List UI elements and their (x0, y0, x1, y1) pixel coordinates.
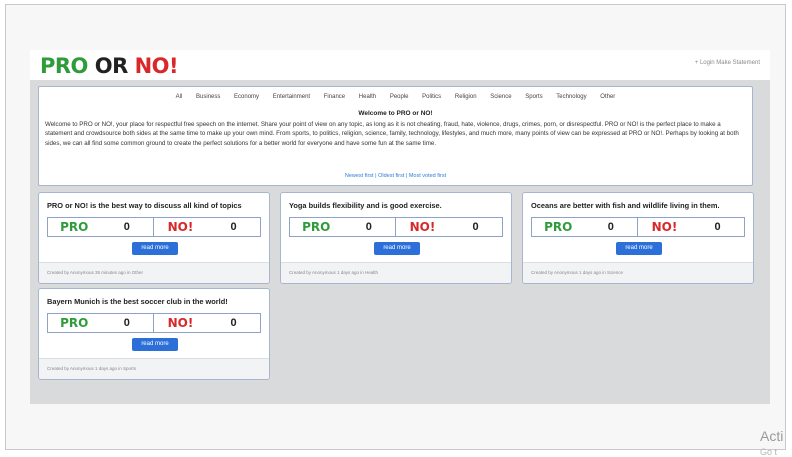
category-technology[interactable]: Technology (556, 94, 586, 100)
category-science[interactable]: Science (490, 94, 511, 100)
category-people[interactable]: People (390, 94, 409, 100)
category-entertainment[interactable]: Entertainment (273, 94, 310, 100)
category-health[interactable]: Health (359, 94, 376, 100)
category-business[interactable]: Business (196, 94, 220, 100)
no-vote[interactable]: NO! 0 (154, 218, 260, 236)
statement-card: Oceans are better with fish and wildlife… (522, 192, 754, 284)
intro-panel: All Business Economy Entertainment Finan… (38, 86, 753, 186)
no-count: 0 (230, 317, 237, 329)
pro-count: 0 (365, 221, 372, 233)
logo-pro: PRO (40, 54, 88, 78)
card-footer: Created by Anonymous 35 minutes ago in O… (39, 262, 269, 283)
vote-row: PRO 0 NO! 0 (47, 313, 261, 333)
pro-count: 0 (123, 317, 130, 329)
pro-vote[interactable]: PRO 0 (48, 314, 154, 332)
card-title[interactable]: PRO or NO! is the best way to discuss al… (47, 201, 263, 210)
card-footer: Created by Anonymous 1 days ago in Healt… (281, 262, 511, 283)
statement-card: Yoga builds flexibility and is good exer… (280, 192, 512, 284)
category-nav: All Business Economy Entertainment Finan… (39, 94, 752, 100)
pro-label: PRO (60, 316, 89, 330)
pro-vote[interactable]: PRO 0 (532, 218, 638, 236)
no-label: NO! (651, 220, 678, 234)
read-more-button[interactable]: read more (374, 242, 420, 255)
pro-count: 0 (607, 221, 614, 233)
category-sports[interactable]: Sports (525, 94, 542, 100)
sort-links[interactable]: Newest first | Oldest first | Most voted… (39, 173, 752, 179)
no-label: NO! (409, 220, 436, 234)
statement-card: PRO or NO! is the best way to discuss al… (38, 192, 270, 284)
vote-row: PRO 0 NO! 0 (47, 217, 261, 237)
card-title[interactable]: Yoga builds flexibility and is good exer… (289, 201, 505, 210)
category-religion[interactable]: Religion (455, 94, 477, 100)
pro-label: PRO (60, 220, 89, 234)
no-vote[interactable]: NO! 0 (638, 218, 744, 236)
card-footer: Created by Anonymous 1 days ago in Scien… (523, 262, 753, 283)
read-more-button[interactable]: read more (132, 338, 178, 351)
vote-row: PRO 0 NO! 0 (289, 217, 503, 237)
vote-row: PRO 0 NO! 0 (531, 217, 745, 237)
no-count: 0 (230, 221, 237, 233)
no-vote[interactable]: NO! 0 (154, 314, 260, 332)
no-label: NO! (167, 220, 194, 234)
site-header: PRO OR NO! + Login Make Statement (30, 50, 770, 80)
pro-label: PRO (544, 220, 573, 234)
statement-card: Bayern Munich is the best soccer club in… (38, 288, 270, 380)
pro-label: PRO (302, 220, 331, 234)
category-politics[interactable]: Politics (422, 94, 441, 100)
card-title[interactable]: Oceans are better with fish and wildlife… (531, 201, 747, 210)
header-links[interactable]: + Login Make Statement (695, 60, 760, 66)
no-count: 0 (714, 221, 721, 233)
pro-count: 0 (123, 221, 130, 233)
site-logo[interactable]: PRO OR NO! (40, 53, 179, 79)
activate-windows-watermark: Acti (760, 428, 784, 444)
card-title[interactable]: Bayern Munich is the best soccer club in… (47, 297, 263, 306)
category-economy[interactable]: Economy (234, 94, 259, 100)
no-vote[interactable]: NO! 0 (396, 218, 502, 236)
category-other[interactable]: Other (600, 94, 615, 100)
welcome-text: Welcome to PRO or NO!, your place for re… (45, 121, 739, 147)
no-count: 0 (472, 221, 479, 233)
logo-or: OR (87, 54, 135, 78)
no-label: NO! (167, 316, 194, 330)
welcome-title: Welcome to PRO or NO! (358, 110, 433, 117)
read-more-button[interactable]: read more (616, 242, 662, 255)
card-footer: Created by Anonymous 1 days ago in Sport… (39, 358, 269, 379)
read-more-button[interactable]: read more (132, 242, 178, 255)
category-finance[interactable]: Finance (324, 94, 345, 100)
category-all[interactable]: All (176, 94, 183, 100)
logo-no: NO! (134, 54, 179, 78)
pro-vote[interactable]: PRO 0 (290, 218, 396, 236)
pro-vote[interactable]: PRO 0 (48, 218, 154, 236)
